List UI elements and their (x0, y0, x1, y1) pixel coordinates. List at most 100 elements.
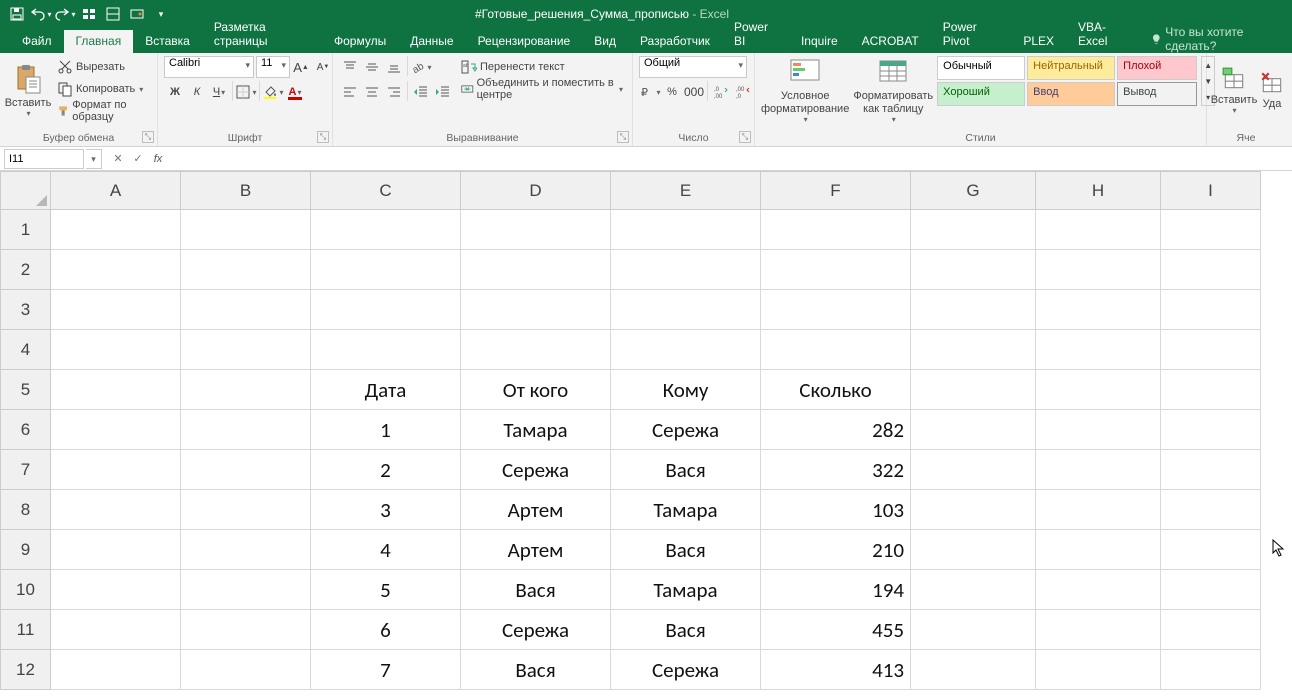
align-right-icon[interactable] (383, 81, 405, 103)
redo-icon[interactable]: ▾ (54, 3, 76, 25)
cell-I5[interactable] (1161, 370, 1261, 410)
cell-A12[interactable] (51, 650, 181, 690)
tab-formulas[interactable]: Формулы (322, 30, 398, 53)
col-header-H[interactable]: H (1036, 172, 1161, 210)
format-as-table-button[interactable]: Форматировать как таблицу▾ (853, 56, 933, 124)
cell-E2[interactable] (611, 250, 761, 290)
cell-B2[interactable] (181, 250, 311, 290)
tab-powerpivot[interactable]: Power Pivot (931, 16, 1012, 53)
cell-I12[interactable] (1161, 650, 1261, 690)
font-size-combo[interactable]: 11 (256, 56, 290, 78)
col-header-F[interactable]: F (761, 172, 911, 210)
col-header-A[interactable]: A (51, 172, 181, 210)
wrap-text-button[interactable]: abПеренести текст (458, 56, 626, 78)
col-header-I[interactable]: I (1161, 172, 1261, 210)
cell-B1[interactable] (181, 210, 311, 250)
row-header-8[interactable]: 8 (1, 490, 51, 530)
cell-D4[interactable] (461, 330, 611, 370)
align-top-icon[interactable] (339, 56, 361, 78)
cell-F3[interactable] (761, 290, 911, 330)
cell-C11[interactable]: 6 (311, 610, 461, 650)
style-normal[interactable]: Обычный (937, 56, 1025, 80)
cell-C1[interactable] (311, 210, 461, 250)
cell-A4[interactable] (51, 330, 181, 370)
row-header-3[interactable]: 3 (1, 290, 51, 330)
tab-insert[interactable]: Вставка (133, 30, 202, 53)
number-format-combo[interactable]: Общий (639, 56, 747, 78)
cell-C8[interactable]: 3 (311, 490, 461, 530)
cell-H12[interactable] (1036, 650, 1161, 690)
cut-button[interactable]: Вырезать (54, 56, 151, 78)
align-left-icon[interactable] (339, 81, 361, 103)
copy-button[interactable]: Копировать▾ (54, 78, 151, 100)
cell-E11[interactable]: Вася (611, 610, 761, 650)
tab-developer[interactable]: Разработчик (628, 30, 722, 53)
cell-A3[interactable] (51, 290, 181, 330)
cell-I7[interactable] (1161, 450, 1261, 490)
cell-I10[interactable] (1161, 570, 1261, 610)
style-neutral[interactable]: Нейтральный (1027, 56, 1115, 80)
worksheet-grid[interactable]: ABCDEFGHI12345ДатаОт когоКомуСколько61Та… (0, 171, 1292, 700)
cell-B11[interactable] (181, 610, 311, 650)
cell-A8[interactable] (51, 490, 181, 530)
tab-file[interactable]: Файл (10, 30, 64, 53)
cell-B10[interactable] (181, 570, 311, 610)
col-header-C[interactable]: C (311, 172, 461, 210)
cell-B8[interactable] (181, 490, 311, 530)
align-bottom-icon[interactable] (383, 56, 405, 78)
clipboard-launcher[interactable]: ⤡ (142, 131, 154, 143)
cell-A9[interactable] (51, 530, 181, 570)
accounting-format-icon[interactable]: ₽▾ (639, 81, 661, 103)
cell-I2[interactable] (1161, 250, 1261, 290)
tab-review[interactable]: Рецензирование (466, 30, 583, 53)
cell-E10[interactable]: Тамара (611, 570, 761, 610)
style-good[interactable]: Хороший (937, 82, 1025, 106)
cell-C3[interactable] (311, 290, 461, 330)
cell-C12[interactable]: 7 (311, 650, 461, 690)
underline-button[interactable]: Ч▾ (208, 81, 230, 103)
number-launcher[interactable]: ⤡ (739, 131, 751, 143)
col-header-D[interactable]: D (461, 172, 611, 210)
cell-F1[interactable] (761, 210, 911, 250)
cell-H1[interactable] (1036, 210, 1161, 250)
bold-button[interactable]: Ж (164, 81, 186, 103)
formula-input[interactable] (168, 149, 1292, 169)
tab-data[interactable]: Данные (398, 30, 465, 53)
decrease-decimal-icon[interactable]: ,00,0 (732, 81, 754, 103)
qat-btn-1[interactable] (78, 3, 100, 25)
qat-btn-3[interactable] (126, 3, 148, 25)
cell-G10[interactable] (911, 570, 1036, 610)
cell-F4[interactable] (761, 330, 911, 370)
cell-H4[interactable] (1036, 330, 1161, 370)
cell-E9[interactable]: Вася (611, 530, 761, 570)
qat-btn-2[interactable] (102, 3, 124, 25)
cell-I3[interactable] (1161, 290, 1261, 330)
tab-plex[interactable]: PLEX (1011, 30, 1066, 53)
tab-powerbi[interactable]: Power BI (722, 16, 789, 53)
cell-F2[interactable] (761, 250, 911, 290)
borders-button[interactable]: ▾ (235, 81, 257, 103)
cell-I1[interactable] (1161, 210, 1261, 250)
tab-home[interactable]: Главная (64, 30, 134, 53)
cell-E7[interactable]: Вася (611, 450, 761, 490)
cell-A7[interactable] (51, 450, 181, 490)
paste-button[interactable]: Вставить▾ (6, 56, 50, 124)
cell-D8[interactable]: Артем (461, 490, 611, 530)
cell-D1[interactable] (461, 210, 611, 250)
cell-G7[interactable] (911, 450, 1036, 490)
cell-G3[interactable] (911, 290, 1036, 330)
cell-E6[interactable]: Сережа (611, 410, 761, 450)
cell-D11[interactable]: Сережа (461, 610, 611, 650)
cell-F6[interactable]: 282 (761, 410, 911, 450)
cell-B5[interactable] (181, 370, 311, 410)
tab-inquire[interactable]: Inquire (789, 30, 850, 53)
qat-customize-icon[interactable]: ▾ (150, 3, 172, 25)
cell-A5[interactable] (51, 370, 181, 410)
cell-B7[interactable] (181, 450, 311, 490)
row-header-5[interactable]: 5 (1, 370, 51, 410)
col-header-G[interactable]: G (911, 172, 1036, 210)
save-icon[interactable] (6, 3, 28, 25)
font-name-combo[interactable]: Calibri (164, 56, 254, 78)
row-header-10[interactable]: 10 (1, 570, 51, 610)
increase-decimal-icon[interactable]: ,0,00 (710, 81, 732, 103)
